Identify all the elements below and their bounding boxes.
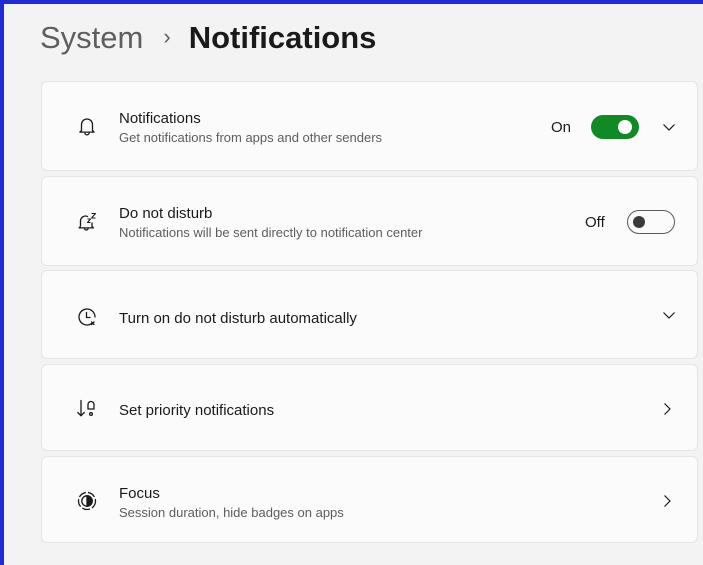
breadcrumb: System › Notifications [40,14,376,62]
priority-icon [76,398,98,420]
chevron-down-icon[interactable] [661,119,677,135]
dnd-automatically-card[interactable]: Turn on do not disturb automatically [41,270,698,359]
toggle-knob [633,215,645,228]
focus-icon [76,490,98,512]
dnd-subtitle: Notifications will be sent directly to n… [119,225,423,240]
toggle-knob [618,120,632,134]
dnd-toggle[interactable] [627,210,675,234]
focus-subtitle: Session duration, hide badges on apps [119,505,344,520]
bell-snooze-icon [76,210,98,232]
focus-title: Focus [119,485,160,502]
notifications-toggle[interactable] [591,115,639,139]
chevron-right-icon[interactable] [659,493,675,509]
priority-notifications-card[interactable]: Set priority notifications [41,364,698,451]
focus-card[interactable]: Focus Session duration, hide badges on a… [41,456,698,543]
notifications-state-label: On [551,119,572,136]
dnd-auto-title: Turn on do not disturb automatically [119,310,357,327]
window-frame-top [0,0,703,4]
page-title: Notifications [188,20,377,55]
clock-icon [76,306,98,328]
notifications-subtitle: Get notifications from apps and other se… [119,130,383,145]
breadcrumb-separator: › [163,24,171,49]
window-frame-left [0,0,4,565]
bell-icon [76,115,98,137]
notifications-setting-card[interactable]: Notifications Get notifications from app… [41,81,698,171]
chevron-down-icon[interactable] [661,307,677,323]
notifications-title: Notifications [119,110,201,127]
dnd-state-label: Off [585,214,605,231]
priority-title: Set priority notifications [119,402,275,419]
dnd-title: Do not disturb [119,205,213,222]
chevron-right-icon[interactable] [659,401,675,417]
breadcrumb-system[interactable]: System [40,14,143,62]
do-not-disturb-card[interactable]: Do not disturb Notifications will be sen… [41,176,698,266]
